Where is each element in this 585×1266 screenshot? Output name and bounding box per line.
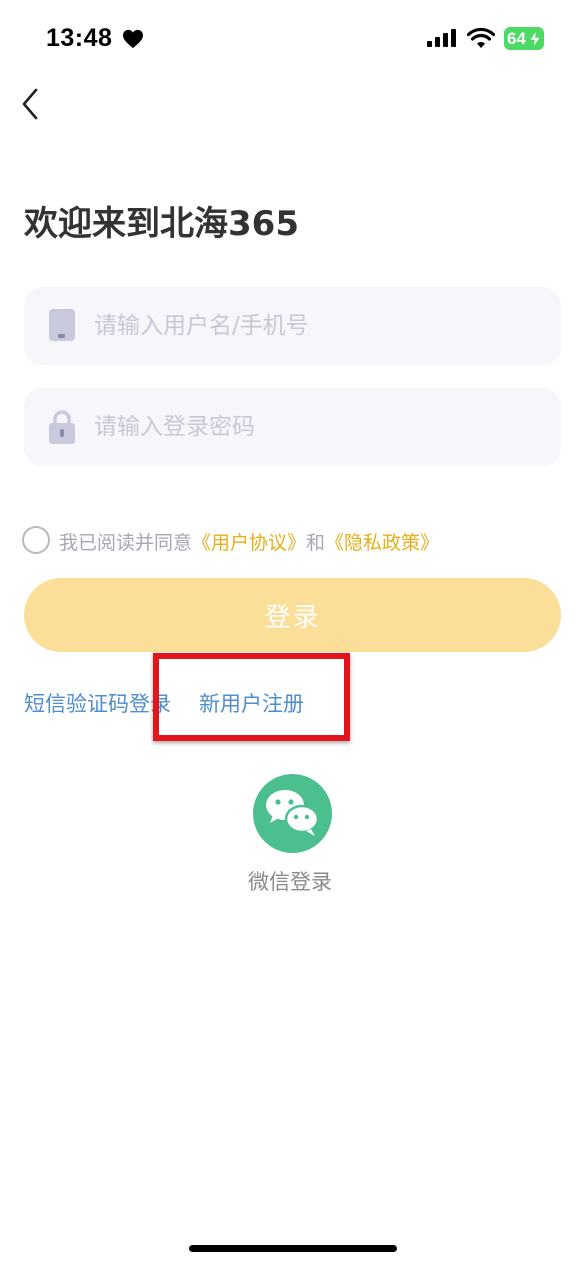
username-field-container (24, 287, 561, 365)
wechat-login-label: 微信登录 (248, 870, 332, 894)
login-screen: 13:48 64 欢迎来到北海365 请输入用户名/手机号 我已阅读并同意《用户… (0, 0, 585, 1266)
username-input[interactable] (94, 287, 534, 365)
status-time: 13:48 (46, 24, 113, 52)
sms-login-link[interactable]: 短信验证码登录 (24, 688, 171, 718)
highlight-box (153, 653, 350, 741)
phone-icon (49, 309, 75, 341)
password-field-container (24, 388, 561, 466)
battery-level: 64 (507, 29, 526, 48)
bolt-icon (529, 31, 541, 47)
user-agreement-link[interactable]: 《用户协议》 (192, 532, 306, 554)
agreement-prefix: 我已阅读并同意 (59, 532, 193, 554)
agreement-text: 我已阅读并同意《用户协议》和《隐私政策》 (59, 528, 439, 555)
heart-icon (123, 29, 143, 49)
back-button[interactable] (14, 82, 50, 126)
login-button[interactable]: 登录 (24, 578, 561, 652)
agreement-and: 和 (306, 532, 326, 554)
home-indicator (189, 1245, 397, 1252)
lock-icon (49, 410, 75, 444)
wifi-icon (467, 27, 495, 48)
privacy-policy-link[interactable]: 《隐私政策》 (325, 532, 439, 554)
agreement-checkbox[interactable] (22, 526, 50, 554)
wechat-icon (266, 790, 320, 836)
page-title: 欢迎来到北海365 (24, 204, 299, 244)
signal-icon (427, 29, 456, 47)
chevron-left-icon (22, 88, 38, 120)
password-input[interactable] (94, 388, 534, 466)
wechat-login-button[interactable] (253, 774, 332, 853)
